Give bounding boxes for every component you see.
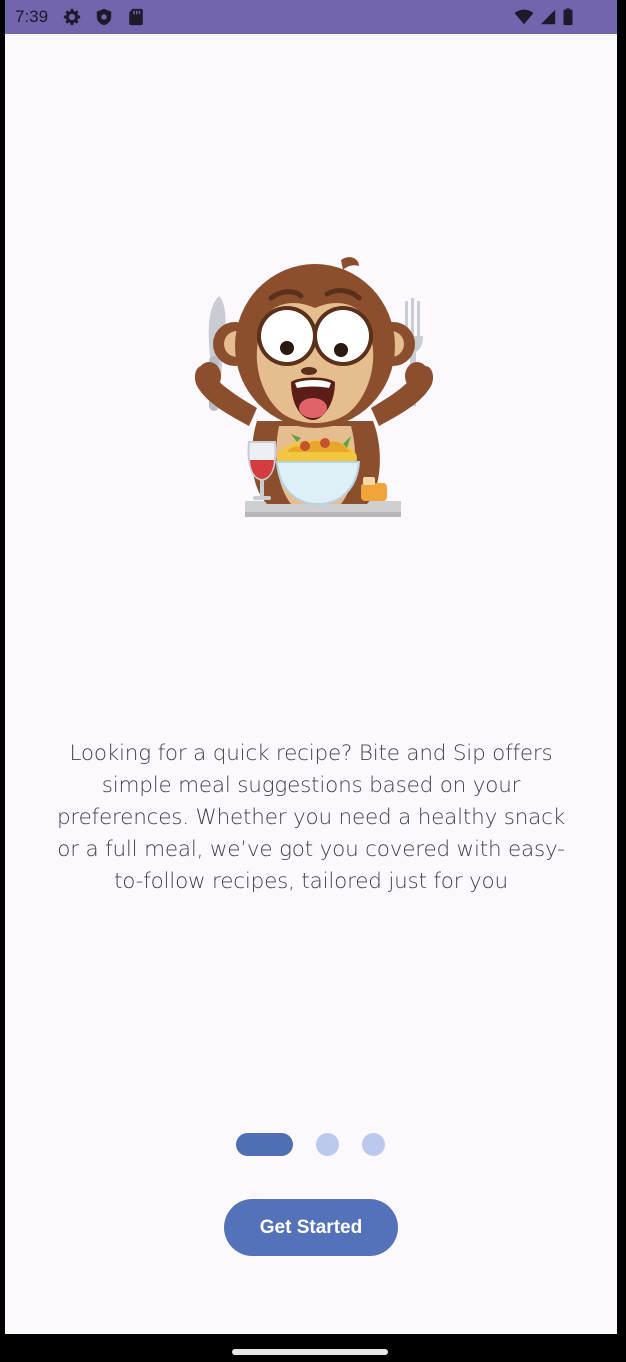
status-time: 7:39 (15, 7, 49, 26)
page-dot-2[interactable] (316, 1133, 339, 1156)
navigation-bar (0, 1334, 626, 1362)
page-indicator (5, 1133, 617, 1157)
page-dot-1-active[interactable] (236, 1133, 293, 1156)
status-bar: 7:39 (5, 0, 617, 34)
shield-icon (96, 8, 112, 26)
home-handle[interactable] (232, 1349, 388, 1355)
signal-icon (540, 9, 556, 25)
onboarding-description: Looking for a quick recipe? Bite and Sip… (56, 741, 566, 894)
sd-card-icon (129, 8, 143, 26)
onboarding-screen: 7:39 Looking for a quick recipe? Bite an… (5, 0, 617, 1334)
wifi-icon (514, 9, 534, 25)
get-started-button[interactable]: Get Started (224, 1199, 398, 1256)
monkey-eating-icon (194, 257, 434, 517)
battery-icon (563, 8, 573, 26)
gear-icon (63, 8, 81, 26)
page-dot-3[interactable] (362, 1133, 385, 1156)
